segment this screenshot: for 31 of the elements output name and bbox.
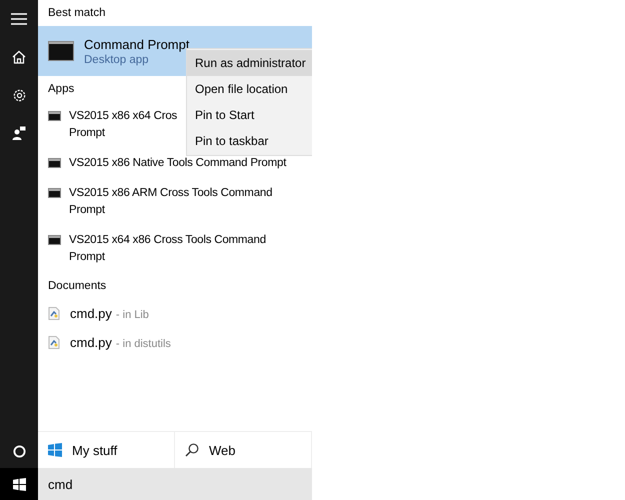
result-title: Command Prompt bbox=[84, 36, 190, 52]
windows-icon[interactable] bbox=[12, 478, 26, 490]
terminal-icon bbox=[48, 41, 74, 61]
file-icon bbox=[48, 307, 60, 320]
menu-icon[interactable] bbox=[11, 13, 27, 25]
terminal-icon bbox=[48, 158, 61, 168]
menu-item[interactable]: Pin to Start bbox=[187, 102, 312, 128]
result-subtitle: Desktop app bbox=[84, 54, 150, 66]
app-result[interactable]: VS2015 x86 Native Tools Command Prompt bbox=[69, 155, 286, 172]
terminal-icon bbox=[48, 111, 61, 121]
menu-item[interactable]: Open file location bbox=[187, 76, 312, 102]
terminal-icon bbox=[48, 235, 61, 245]
menu-item[interactable]: Run as administrator bbox=[187, 50, 312, 76]
settings-icon[interactable] bbox=[12, 88, 26, 102]
home-icon[interactable] bbox=[12, 50, 26, 64]
person-icon[interactable] bbox=[12, 126, 26, 140]
app-result[interactable]: VS2015 x86 ARM Cross Tools Command Prompt bbox=[69, 185, 272, 219]
search-field[interactable]: cmd bbox=[38, 468, 312, 500]
menu-item[interactable]: Pin to taskbar bbox=[187, 128, 312, 154]
section-heading: Apps bbox=[48, 82, 74, 97]
document-result[interactable]: cmd.py - in Lib bbox=[70, 306, 149, 321]
windows-icon bbox=[48, 443, 62, 457]
document-result[interactable]: cmd.py - in distutils bbox=[70, 335, 171, 350]
section-heading: Documents bbox=[48, 279, 106, 294]
cortana-icon[interactable] bbox=[12, 444, 26, 458]
file-icon bbox=[48, 336, 60, 349]
app-result[interactable]: VS2015 x86 x64 Cros Prompt bbox=[69, 108, 178, 142]
search-icon bbox=[185, 443, 199, 457]
app-result[interactable]: VS2015 x64 x86 Cross Tools Command Prompt bbox=[69, 232, 266, 266]
terminal-icon bbox=[48, 188, 61, 198]
section-heading: Best match bbox=[48, 6, 106, 21]
